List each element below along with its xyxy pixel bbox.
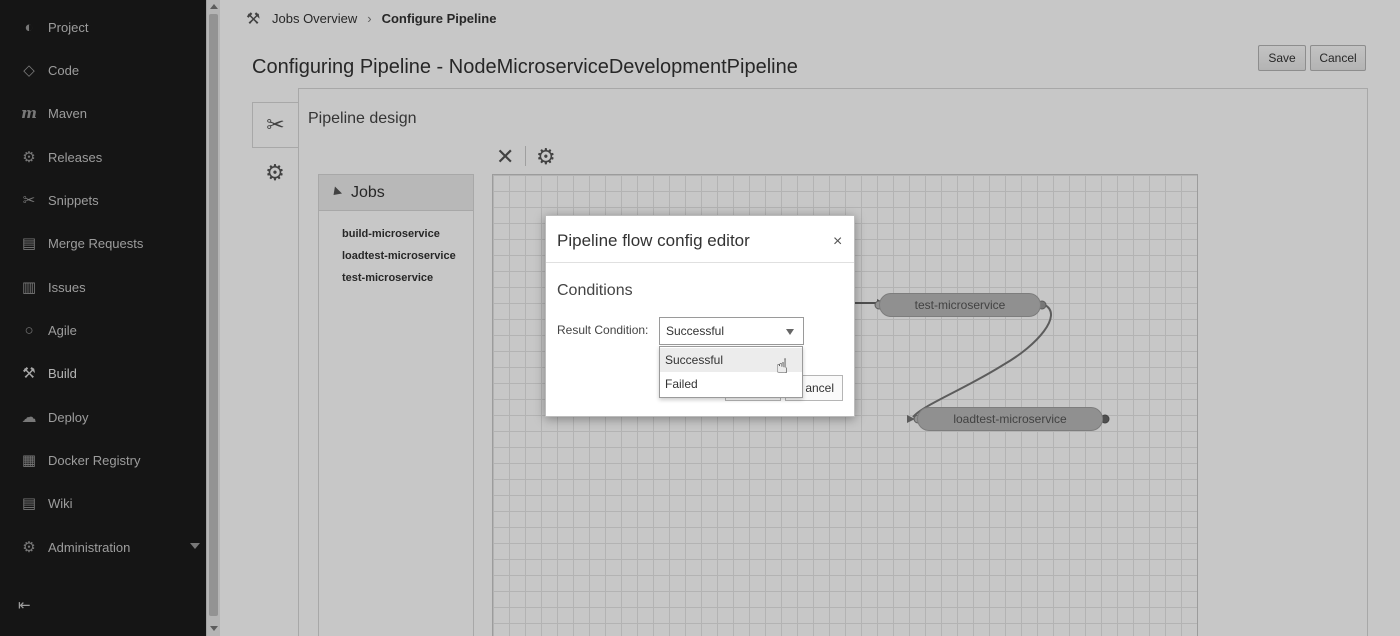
flow-config-dialog: Pipeline flow config editor × Conditions… (545, 215, 855, 417)
select-value: Successful (666, 324, 725, 338)
result-condition-select[interactable]: Successful (659, 317, 804, 345)
dropdown-arrow-icon[interactable] (786, 329, 794, 335)
hand-cursor-icon: ☝ (776, 356, 789, 378)
close-icon[interactable]: × (833, 233, 842, 251)
conditions-heading: Conditions (557, 282, 633, 299)
result-condition-label: Result Condition: (557, 323, 649, 337)
dialog-divider (546, 262, 854, 263)
dialog-title: Pipeline flow config editor (557, 231, 750, 250)
